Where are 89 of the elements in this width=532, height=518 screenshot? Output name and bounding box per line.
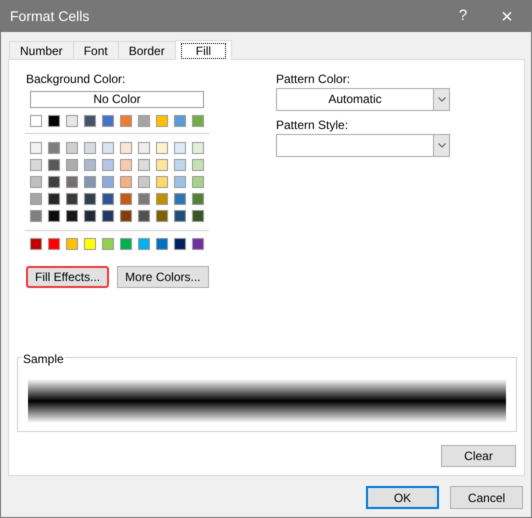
fill-effects-button[interactable]: Fill Effects... <box>26 266 110 288</box>
color-swatch[interactable] <box>48 210 60 222</box>
color-swatch[interactable] <box>174 159 186 171</box>
color-swatch[interactable] <box>84 115 96 127</box>
color-swatch[interactable] <box>84 238 96 250</box>
color-swatch[interactable] <box>102 210 114 222</box>
color-swatch[interactable] <box>102 193 114 205</box>
color-swatch[interactable] <box>174 115 186 127</box>
color-swatch[interactable] <box>30 176 42 188</box>
color-swatch[interactable] <box>192 142 204 154</box>
color-swatch[interactable] <box>138 115 150 127</box>
color-swatch[interactable] <box>174 176 186 188</box>
color-swatch[interactable] <box>174 193 186 205</box>
color-swatch[interactable] <box>156 238 168 250</box>
color-swatch[interactable] <box>102 238 114 250</box>
color-swatch[interactable] <box>66 238 78 250</box>
color-swatch[interactable] <box>120 238 132 250</box>
color-swatch[interactable] <box>174 238 186 250</box>
close-button[interactable]: × <box>483 2 531 32</box>
color-swatch[interactable] <box>102 176 114 188</box>
color-swatch[interactable] <box>102 142 114 154</box>
color-swatch[interactable] <box>156 115 168 127</box>
color-swatch[interactable] <box>192 159 204 171</box>
cancel-button[interactable]: Cancel <box>450 486 523 509</box>
color-swatch[interactable] <box>156 193 168 205</box>
color-swatch[interactable] <box>66 159 78 171</box>
color-swatch[interactable] <box>84 142 96 154</box>
color-swatch[interactable] <box>30 238 42 250</box>
chevron-down-icon <box>438 97 446 102</box>
color-swatch[interactable] <box>102 159 114 171</box>
color-swatch[interactable] <box>48 142 60 154</box>
color-swatch[interactable] <box>192 193 204 205</box>
color-swatch[interactable] <box>120 176 132 188</box>
color-swatch[interactable] <box>156 159 168 171</box>
color-swatch[interactable] <box>66 193 78 205</box>
color-swatch[interactable] <box>48 115 60 127</box>
color-swatch[interactable] <box>156 142 168 154</box>
dropdown-value: Automatic <box>327 91 383 108</box>
clear-button[interactable]: Clear <box>441 445 516 467</box>
color-swatch[interactable] <box>48 176 60 188</box>
color-swatch[interactable] <box>120 193 132 205</box>
color-swatch[interactable] <box>84 159 96 171</box>
color-swatch[interactable] <box>84 210 96 222</box>
color-swatch[interactable] <box>30 193 42 205</box>
color-swatch[interactable] <box>30 210 42 222</box>
color-swatch[interactable] <box>120 210 132 222</box>
pattern-color-dropdown[interactable]: Automatic <box>276 88 450 111</box>
color-swatch[interactable] <box>66 176 78 188</box>
color-swatch[interactable] <box>120 142 132 154</box>
color-swatch[interactable] <box>156 210 168 222</box>
color-swatch[interactable] <box>30 159 42 171</box>
color-swatch[interactable] <box>66 115 78 127</box>
color-swatch[interactable] <box>30 142 42 154</box>
color-swatch[interactable] <box>138 159 150 171</box>
color-swatch[interactable] <box>66 142 78 154</box>
pattern-style-dropdown[interactable] <box>276 134 450 157</box>
color-swatch[interactable] <box>192 238 204 250</box>
field-label: Pattern Color: <box>276 71 352 85</box>
color-swatch[interactable] <box>48 193 60 205</box>
color-swatch[interactable] <box>138 238 150 250</box>
tab[interactable]: Number <box>9 41 74 59</box>
more-colors-button[interactable]: More Colors... <box>117 266 208 288</box>
color-swatch[interactable] <box>192 115 204 127</box>
tab[interactable]: Fill <box>174 40 232 60</box>
window-title: Format Cells <box>10 7 90 26</box>
color-swatch[interactable] <box>102 115 114 127</box>
color-swatch[interactable] <box>120 115 132 127</box>
color-swatch[interactable] <box>156 176 168 188</box>
color-swatch[interactable] <box>30 115 42 127</box>
color-swatch[interactable] <box>120 159 132 171</box>
color-swatch[interactable] <box>48 238 60 250</box>
color-swatch[interactable] <box>84 176 96 188</box>
help-button[interactable]: ? <box>443 5 483 28</box>
field-label: Pattern Style: <box>276 117 350 131</box>
color-swatch[interactable] <box>174 210 186 222</box>
color-swatch[interactable] <box>138 210 150 222</box>
color-swatch[interactable] <box>84 193 96 205</box>
color-swatch[interactable] <box>138 176 150 188</box>
color-swatch[interactable] <box>66 210 78 222</box>
ok-button[interactable]: OK <box>366 486 439 509</box>
color-swatch[interactable] <box>138 193 150 205</box>
color-swatch[interactable] <box>192 210 204 222</box>
color-swatch[interactable] <box>138 142 150 154</box>
no-color-button[interactable]: No Color <box>30 91 204 108</box>
color-swatch[interactable] <box>174 142 186 154</box>
color-swatch[interactable] <box>192 176 204 188</box>
chevron-down-icon <box>438 143 446 148</box>
color-swatch[interactable] <box>48 159 60 171</box>
field-label: Background Color: <box>26 71 126 85</box>
